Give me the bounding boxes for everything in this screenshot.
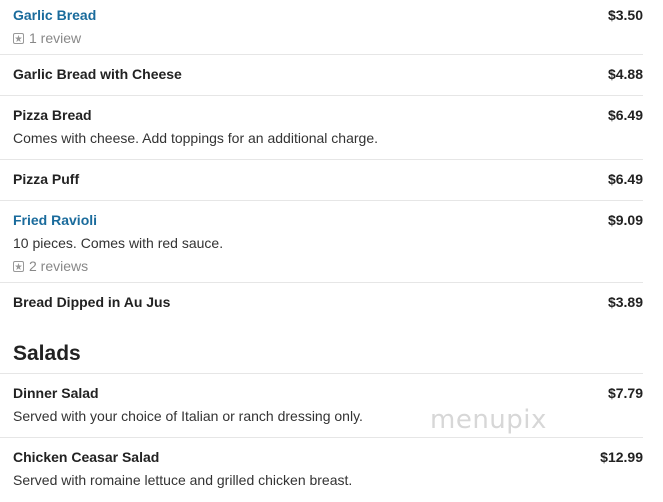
item-name-link[interactable]: Fried Ravioli	[13, 212, 97, 228]
menupix-watermark: menupix	[430, 405, 547, 435]
item-name: Garlic Bread with Cheese	[13, 66, 182, 82]
item-description: Served with your choice of Italian or ra…	[13, 408, 363, 424]
item-name: Bread Dipped in Au Jus	[13, 294, 171, 310]
divider	[0, 437, 643, 438]
divider	[0, 373, 643, 374]
divider	[0, 95, 643, 96]
reviews-count: 1 review	[29, 30, 82, 46]
star-icon	[13, 32, 24, 44]
item-description: Served with romaine lettuce and grilled …	[13, 472, 353, 488]
item-price: $3.89	[607, 294, 643, 310]
item-name: Chicken Ceasar Salad	[13, 449, 160, 465]
divider	[0, 200, 643, 201]
item-price: $6.49	[607, 107, 643, 123]
item-price: $9.09	[607, 212, 643, 228]
item-name-link[interactable]: Garlic Bread	[13, 7, 96, 23]
section-title: Salads	[13, 342, 81, 365]
item-name: Pizza Bread	[13, 107, 92, 123]
reviews-link[interactable]: 1 review	[13, 30, 81, 46]
item-description: 10 pieces. Comes with red sauce.	[13, 235, 224, 251]
item-price: $12.99	[600, 449, 643, 465]
star-icon	[13, 260, 24, 272]
reviews-link[interactable]: 2 reviews	[13, 258, 88, 274]
item-name: Dinner Salad	[13, 385, 99, 401]
item-name: Pizza Puff	[13, 171, 80, 187]
item-price: $6.49	[607, 171, 643, 187]
item-price: $3.50	[607, 7, 643, 23]
item-price: $7.79	[607, 385, 643, 401]
divider	[0, 54, 643, 55]
divider	[0, 282, 643, 283]
item-price: $4.88	[607, 66, 643, 82]
item-description: Comes with cheese. Add toppings for an a…	[13, 130, 379, 146]
reviews-count: 2 reviews	[29, 258, 89, 274]
divider	[0, 159, 643, 160]
